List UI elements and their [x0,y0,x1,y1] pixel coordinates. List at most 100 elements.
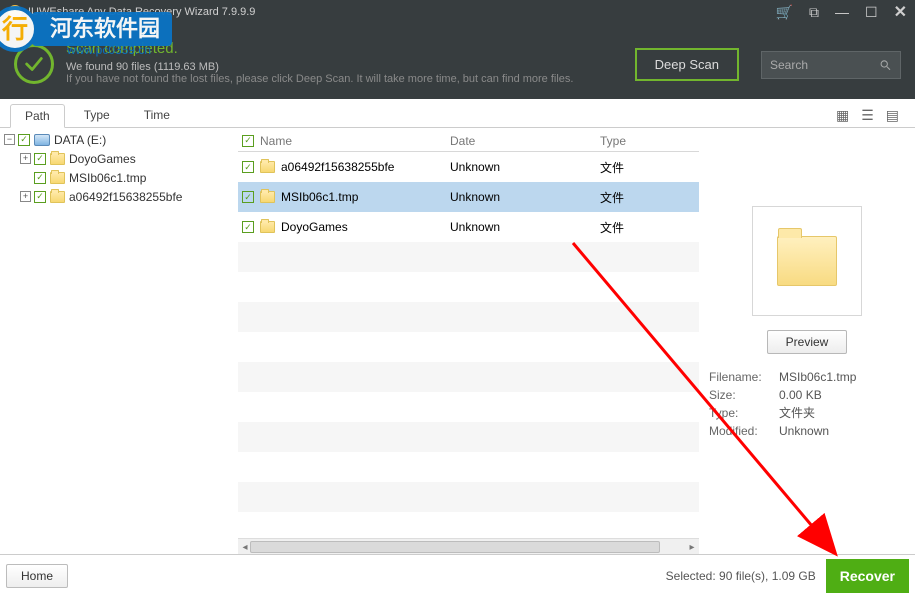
file-list-header: Name Date Type [238,128,699,152]
folder-icon [260,161,275,173]
view-large-icon[interactable]: ▦ [836,107,849,124]
file-name: a06492f15638255bfe [281,160,394,174]
value-filename: MSIb06c1.tmp [779,368,856,386]
label-filename: Filename: [709,368,779,386]
file-list-panel: Name Date Type a06492f15638255bfe Unknown… [238,128,699,554]
file-name: DoyoGames [281,220,348,234]
tree-checkbox[interactable] [34,191,46,203]
file-date: Unknown [450,220,600,234]
tree-checkbox[interactable] [34,172,46,184]
label-modified: Modified: [709,422,779,440]
app-icon [8,5,22,19]
file-name-cell: MSIb06c1.tmp [260,190,450,204]
search-box[interactable] [761,51,901,79]
tree-item-label: a06492f15638255bfe [69,190,182,204]
home-button[interactable]: Home [6,564,68,588]
file-row[interactable] [238,392,699,422]
file-row[interactable]: MSIb06c1.tmpUnknown文件 [238,182,699,212]
deep-scan-button[interactable]: Deep Scan [635,48,739,81]
column-name[interactable]: Name [260,134,450,148]
folder-icon [50,153,65,165]
file-name-cell: a06492f15638255bfe [260,160,450,174]
select-all-checkbox[interactable] [242,135,254,147]
window-title: IUWEshare Any Data Recovery Wizard 7.9.9… [28,6,776,18]
file-row[interactable] [238,362,699,392]
view-list-icon[interactable]: ☰ [861,107,874,124]
file-date: Unknown [450,160,600,174]
file-row[interactable] [238,452,699,482]
scan-header: Scan completed. We found 90 files (1119.… [0,24,915,99]
tree-checkbox[interactable] [34,153,46,165]
maximize-icon[interactable]: ☐ [865,4,878,21]
file-name-cell: DoyoGames [260,220,450,234]
value-size: 0.00 KB [779,386,822,404]
footer: Home Selected: 90 file(s), 1.09 GB Recov… [0,554,915,596]
folder-icon [50,172,65,184]
search-input[interactable] [770,58,879,72]
view-detail-icon[interactable]: ▤ [886,107,899,124]
file-row[interactable] [238,272,699,302]
main-area: − DATA (E:) + DoyoGames +MSIb06c1.tmp + a06492… [0,128,915,554]
tree-item-label: DoyoGames [69,152,136,166]
tab-type[interactable]: Type [69,103,125,127]
label-type: Type: [709,404,779,422]
scrollbar-thumb[interactable] [250,541,660,553]
file-row[interactable] [238,422,699,452]
tree-toggle-icon[interactable]: + [20,191,31,202]
tree-item[interactable]: + DoyoGames [0,149,238,168]
preview-info: Filename:MSIb06c1.tmp Size:0.00 KB Type:… [709,368,905,440]
tree-item-label: MSIb06c1.tmp [69,171,146,185]
column-date[interactable]: Date [450,134,600,148]
file-name: MSIb06c1.tmp [281,190,358,204]
file-row[interactable]: a06492f15638255bfe Unknown文件 [238,152,699,182]
tab-row: Path Type Time ▦ ☰ ▤ [0,99,915,128]
file-type: 文件 [600,159,680,176]
file-type: 文件 [600,219,680,236]
tree-item[interactable]: + a06492f15638255bfe [0,187,238,206]
preview-button[interactable]: Preview [767,330,848,354]
file-checkbox[interactable] [242,161,254,173]
close-icon[interactable]: ✕ [894,2,907,22]
label-size: Size: [709,386,779,404]
scan-title: Scan completed. [66,40,573,57]
horizontal-scrollbar[interactable]: ◂ ▸ [238,538,699,554]
tab-path[interactable]: Path [10,104,65,128]
recover-button[interactable]: Recover [826,559,909,593]
tree-item[interactable]: − DATA (E:) [0,130,238,149]
file-list-body[interactable]: a06492f15638255bfeUnknown文件MSIb06c1.tmpU… [238,152,699,538]
file-checkbox[interactable] [242,191,254,203]
folder-tree[interactable]: − DATA (E:) + DoyoGames +MSIb06c1.tmp + a06492… [0,128,238,554]
tree-item-label: DATA (E:) [54,133,106,147]
tree-toggle-icon[interactable]: + [20,153,31,164]
scroll-right-icon[interactable]: ▸ [685,539,699,555]
folder-icon [50,191,65,203]
scan-hint-text: If you have not found the lost files, pl… [66,73,573,85]
value-type: 文件夹 [779,404,815,422]
file-row[interactable] [238,332,699,362]
preview-panel: Preview Filename:MSIb06c1.tmp Size:0.00 … [699,128,915,554]
preview-thumbnail [752,206,862,316]
titlebar: IUWEshare Any Data Recovery Wizard 7.9.9… [0,0,915,24]
file-row[interactable]: DoyoGames Unknown文件 [238,212,699,242]
folder-icon [777,236,837,286]
file-row[interactable] [238,302,699,332]
window-square-icon[interactable]: ⧉ [809,4,819,21]
file-row[interactable] [238,482,699,512]
drive-icon [34,134,50,146]
scan-found-text: We found 90 files (1119.63 MB) [66,61,573,73]
tree-item[interactable]: +MSIb06c1.tmp [0,168,238,187]
file-row[interactable] [238,242,699,272]
folder-icon [260,191,275,203]
column-type[interactable]: Type [600,134,680,148]
tab-time[interactable]: Time [129,103,185,127]
folder-icon [260,221,275,233]
tree-checkbox[interactable] [18,134,30,146]
tree-toggle-icon[interactable]: − [4,134,15,145]
search-icon [879,58,892,72]
selected-status: Selected: 90 file(s), 1.09 GB [666,569,816,583]
file-checkbox[interactable] [242,221,254,233]
cart-icon[interactable]: 🛒 [776,4,793,21]
value-modified: Unknown [779,422,829,440]
minimize-icon[interactable]: — [835,4,849,20]
file-type: 文件 [600,189,680,206]
